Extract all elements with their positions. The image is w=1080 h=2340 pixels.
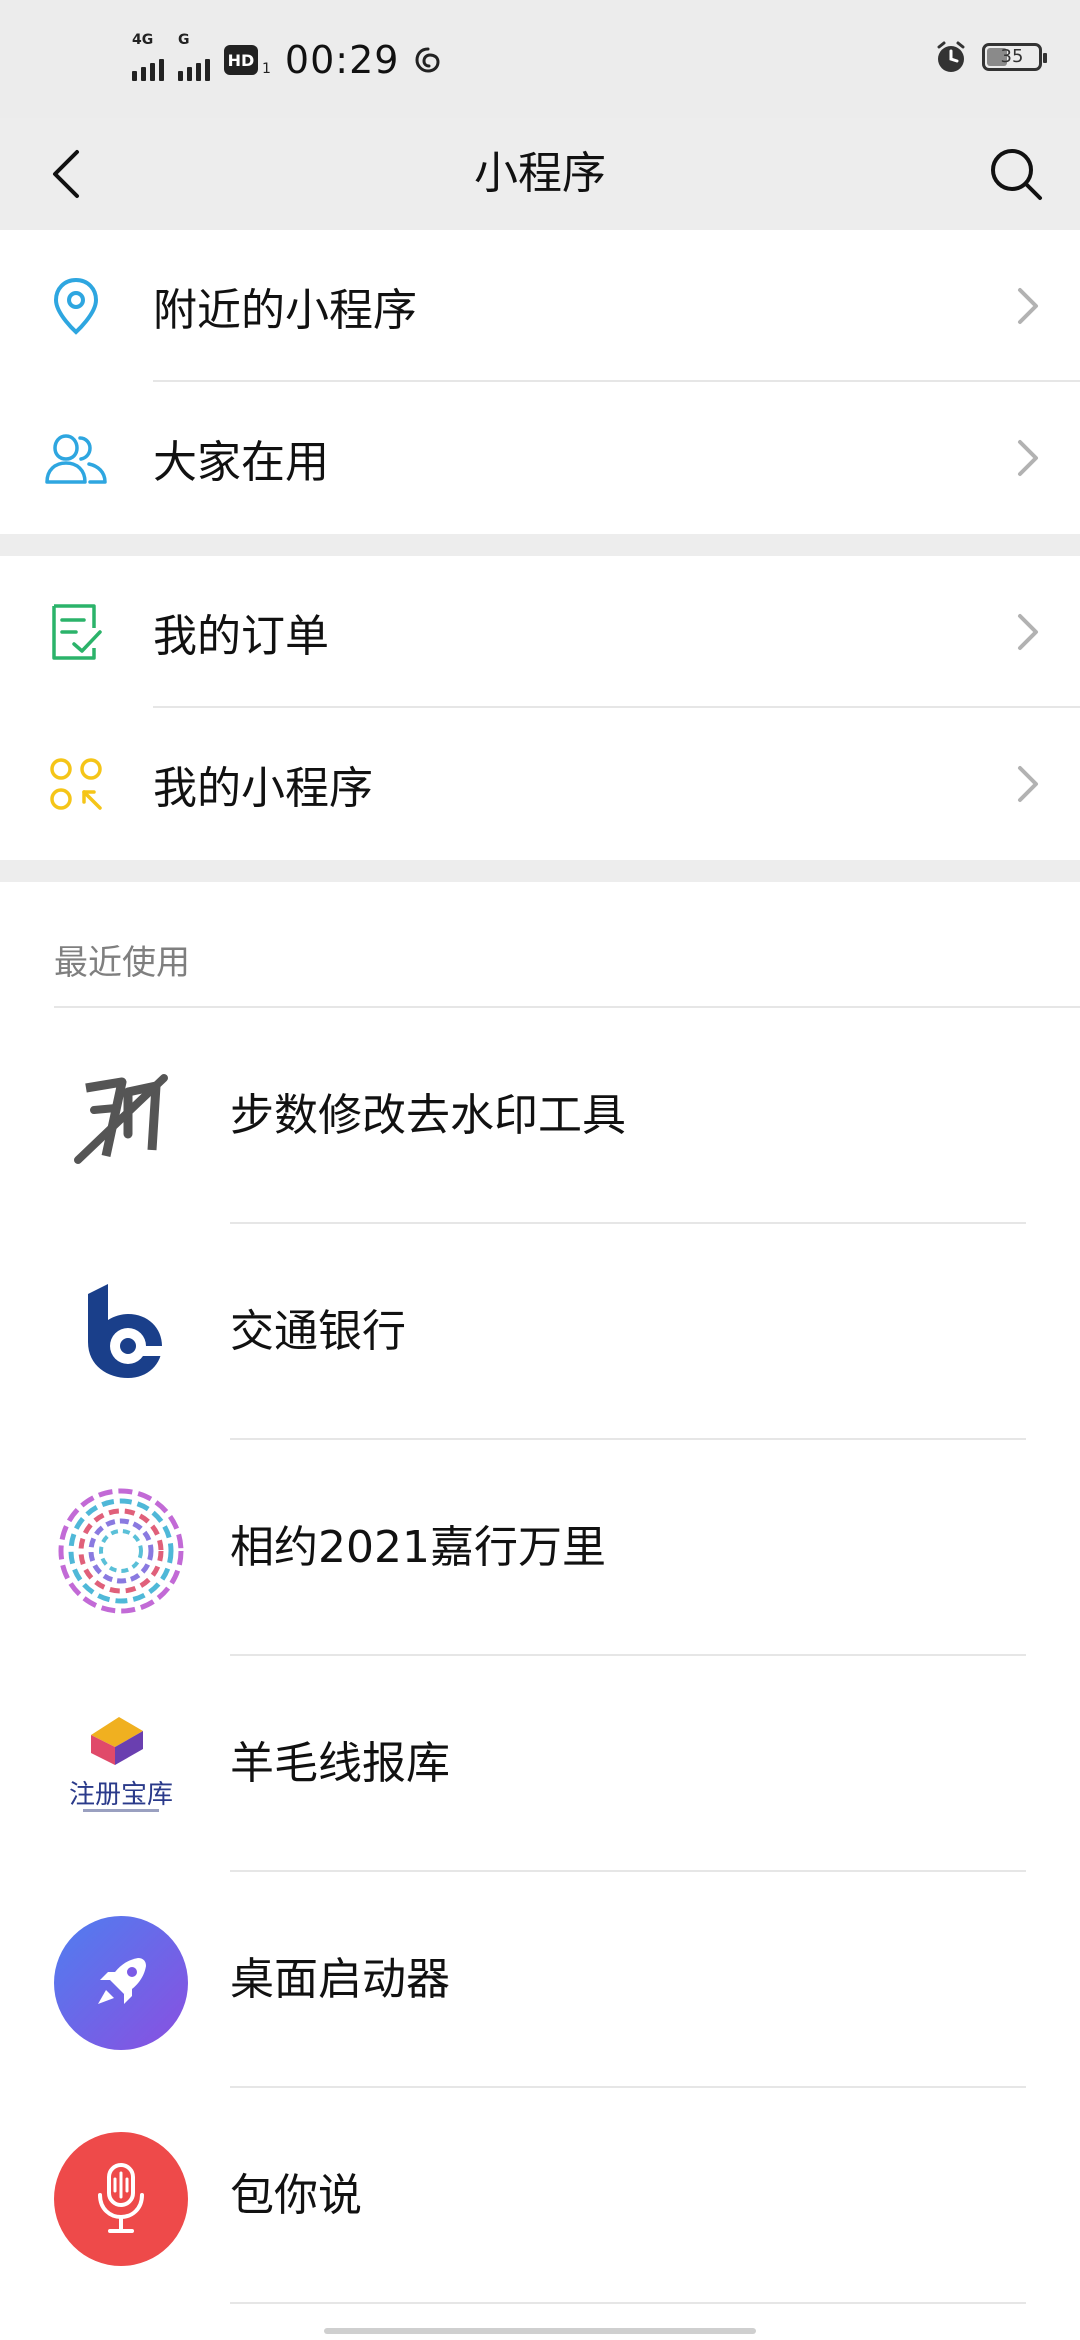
chevron-right-icon: [1018, 766, 1038, 802]
rocket-icon: [54, 1916, 188, 2050]
section-gap: [0, 860, 1080, 882]
status-left: 4G G HD 1 00:29: [132, 32, 443, 88]
section-gap: [0, 534, 1080, 556]
recent-item-label: 相约2021嘉行万里: [230, 1522, 606, 1573]
search-button[interactable]: [980, 138, 1052, 210]
recent-section-header: 最近使用: [54, 943, 190, 983]
menu-item-my-mini-programs[interactable]: 我的小程序: [0, 708, 1080, 860]
signal-strength-sim2: G: [178, 33, 210, 81]
spiral-rings-logo-icon: [54, 1484, 188, 1618]
recent-item-wool-deals[interactable]: 注册宝库 羊毛线报库: [0, 1656, 1080, 1872]
status-time: 00:29: [284, 38, 400, 82]
recent-item-label: 交通银行: [230, 1306, 406, 1357]
recent-item-step-watermark[interactable]: 步数修改去水印工具: [0, 1008, 1080, 1224]
menu-item-label: 我的小程序: [153, 763, 373, 814]
recent-item-bocom[interactable]: 交通银行: [0, 1224, 1080, 1440]
hd-sim-index: 1: [262, 61, 271, 77]
alarm-clock-icon: [937, 41, 965, 72]
status-right: 35: [934, 40, 1047, 74]
chevron-right-icon: [1018, 614, 1038, 650]
menu-item-my-orders[interactable]: 我的订单: [0, 556, 1080, 708]
recent-item-2021-journey[interactable]: 相约2021嘉行万里: [0, 1440, 1080, 1656]
users-icon: [44, 426, 108, 490]
chevron-right-icon: [1018, 440, 1038, 476]
my-mini-programs-icon: [44, 752, 108, 816]
menu-item-nearby[interactable]: 附近的小程序: [0, 230, 1080, 382]
chevron-right-icon: [1018, 288, 1038, 324]
step-watermark-logo-icon: [54, 1052, 188, 1186]
wool-deals-logo-text: 注册宝库: [69, 1780, 173, 1810]
search-icon: [991, 149, 1042, 200]
divider: [230, 2302, 1026, 2304]
menu-item-label: 我的订单: [153, 611, 329, 662]
battery-level: 35: [1000, 46, 1024, 67]
page-title: 小程序: [474, 148, 606, 199]
menu-group-discover: 附近的小程序 大家在用: [0, 230, 1080, 534]
recent-item-desktop-launcher[interactable]: 桌面启动器: [0, 1872, 1080, 2088]
battery-icon: 35: [982, 43, 1047, 71]
status-bar: 4G G HD 1 00:29 35: [0, 0, 1080, 118]
wool-deals-logo-icon: 注册宝库: [54, 1700, 188, 1834]
signal-strength-sim1: 4G: [132, 33, 164, 81]
recent-item-baonishuo[interactable]: 包你说: [0, 2088, 1080, 2304]
network-type-label: 4G: [132, 32, 154, 48]
menu-item-label: 附近的小程序: [153, 285, 417, 336]
nav-bar: 小程序: [0, 118, 1080, 230]
bank-of-communications-logo-icon: [54, 1268, 188, 1402]
home-indicator[interactable]: [324, 2328, 756, 2334]
network-type-label-2: G: [178, 32, 190, 48]
menu-item-popular[interactable]: 大家在用: [0, 382, 1080, 534]
menu-item-label: 大家在用: [153, 437, 329, 488]
recent-item-label: 步数修改去水印工具: [230, 1090, 626, 1141]
recent-item-label: 桌面启动器: [230, 1954, 450, 2005]
recent-item-label: 羊毛线报库: [230, 1738, 450, 1789]
order-checklist-icon: [44, 600, 108, 664]
microphone-icon: [54, 2132, 188, 2266]
menu-group-mine: 我的订单 我的小程序: [0, 556, 1080, 860]
hd-voice-icon: HD: [224, 45, 258, 75]
location-pin-icon: [44, 274, 108, 338]
recent-item-label: 包你说: [230, 2170, 362, 2221]
swirl-notification-icon: [415, 47, 440, 73]
